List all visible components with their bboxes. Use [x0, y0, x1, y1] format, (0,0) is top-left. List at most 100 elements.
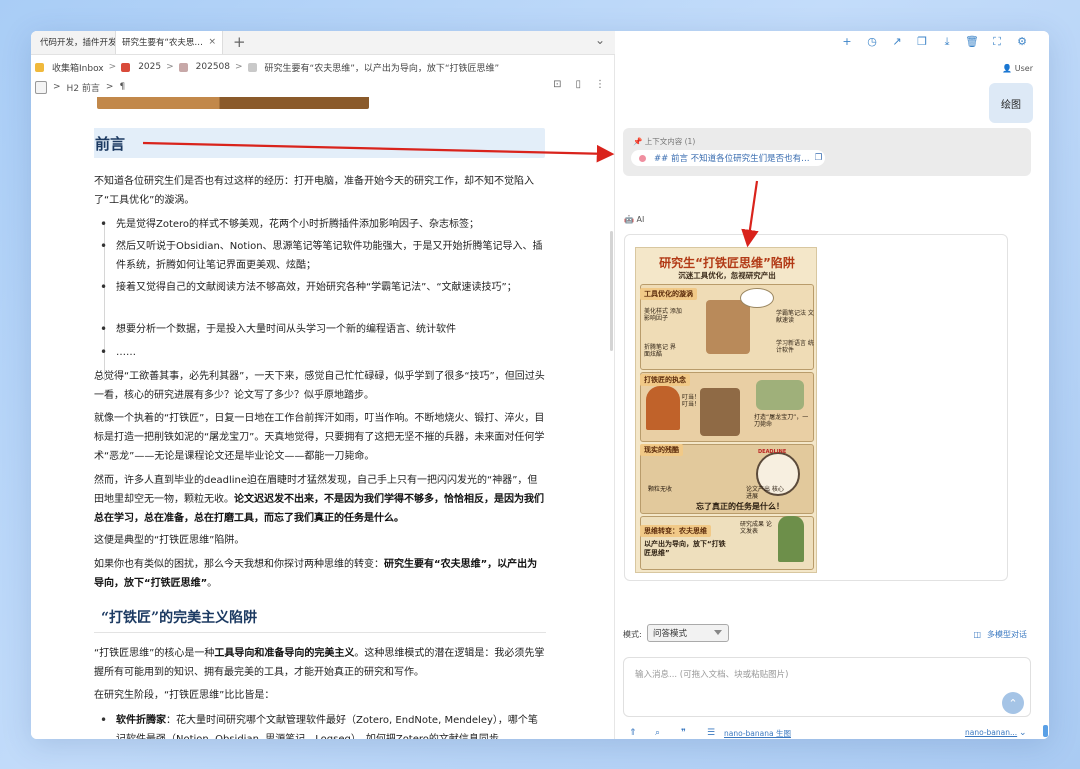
doc-icon: [639, 154, 646, 162]
chat-input[interactable]: 输入消息... (可拖入文档、块或粘贴图片) ⌃: [623, 657, 1031, 717]
context-chip[interactable]: ## 前言 不知道各位研究生们是否也有… ❐: [631, 150, 825, 166]
breadcrumb-item[interactable]: 2025: [138, 62, 161, 72]
list-item: 接着又觉得自己的文献阅读方法不够高效，开始研究各种“学霸笔记法”、“文献速读技巧…: [100, 278, 517, 297]
breadcrumb-sep: >: [166, 62, 174, 72]
editor-pane: 代码开发，插件开发 研究生要有“农夫思… × + ⌄ 收集箱Inbox > 20…: [31, 31, 615, 739]
comic-title: 研究生“打铁匠思维”陷阱: [659, 256, 795, 270]
chat-input-placeholder: 输入消息... (可拖入文档、块或粘贴图片): [635, 670, 789, 680]
comic-section: 思维转变：农夫思维: [640, 525, 711, 537]
doc-icon: [247, 62, 257, 72]
paragraph: 总觉得“工欲善其事，必先利其器”，一天下来，感觉自己忙忙碌碌，似乎学到了很多“技…: [94, 371, 545, 401]
scrollbar[interactable]: [610, 231, 613, 351]
paragraph: 在研究生阶段，“打铁匠思维”比比皆是：: [94, 690, 275, 701]
breadcrumb-item[interactable]: 收集箱Inbox: [52, 61, 104, 74]
quote-icon[interactable]: ❞: [681, 728, 686, 738]
list-item: 然后又听说于Obsidian、Notion、思源笔记等笔记软件功能强大，于是又开…: [100, 237, 546, 275]
ai-response-card: 研究生“打铁匠思维”陷阱 沉迷工具优化，忽视研究产出 工具优化的漩涡 美化样式 …: [624, 234, 1008, 581]
lock-icon[interactable]: ⊡: [553, 79, 561, 90]
chevron-down-icon[interactable]: ⌄: [1019, 728, 1027, 738]
trash-icon[interactable]: 🗑: [965, 35, 979, 49]
comic-note: 学霸笔记法 文献速读: [776, 310, 814, 324]
mode-select[interactable]: 问答模式: [647, 624, 729, 642]
list-icon[interactable]: ☰: [707, 728, 715, 738]
divider: [94, 632, 546, 633]
paragraph: “打铁匠思维”的核心是一种工具导向和准备导向的完美主义。这种思维模式的潜在逻辑是…: [94, 648, 545, 678]
send-button[interactable]: ⌃: [1002, 692, 1024, 714]
tab-label: 研究生要有“农夫思…: [122, 38, 203, 48]
download-icon[interactable]: ⤓: [940, 35, 954, 49]
paragraph-icon[interactable]: ¶: [119, 82, 125, 92]
tab-bar: 代码开发，插件开发 研究生要有“农夫思… × + ⌄: [31, 31, 615, 55]
pin-icon: 📌: [633, 137, 643, 146]
fullscreen-icon[interactable]: ⛶: [990, 35, 1004, 49]
arrow-up-icon: ⌃: [1008, 696, 1018, 710]
heading-preface: 前言: [95, 135, 126, 153]
document-content[interactable]: 前言 不知道各位研究生们是否也有过这样的经历：打开电脑，准备开始今天的研究工作，…: [94, 97, 546, 739]
comic-figure: [700, 388, 740, 436]
chat-bottom-bar: ⇑ ⌕ ❞ ☰ nano-banana 生图 nano-banan... ⌄: [629, 728, 1029, 739]
chat-model-select[interactable]: nano-banan...: [965, 728, 1017, 737]
calendar-icon: [178, 62, 188, 72]
columns-icon: ◫: [973, 630, 981, 639]
comic-note: 美化样式 添加影响因子: [644, 308, 682, 322]
list-item: 先是觉得Zotero的样式不够美观，花两个小时折腾插件添加影响因子、杂志标签；: [100, 215, 479, 234]
chevron-right-icon: >: [105, 82, 114, 92]
user-name: User: [1014, 64, 1033, 73]
breadcrumb-item[interactable]: 研究生要有“农夫思维”，以产出为导向，放下“打铁匠思维”: [265, 61, 500, 74]
copy-icon[interactable]: ❐: [915, 35, 929, 49]
comic-note: 研究成果 论文发表: [740, 521, 772, 535]
dragon: [756, 380, 804, 410]
more-icon[interactable]: ⋮: [595, 79, 605, 90]
chevron-right-icon: >: [53, 82, 61, 92]
comic-subtitle: 沉迷工具优化，忽视研究产出: [678, 271, 776, 280]
list-item: 想要分析一个数据，于是投入大量时间从头学习一个新的编程语言、统计软件: [100, 320, 456, 339]
tab-active-doc[interactable]: 研究生要有“农夫思… ×: [115, 31, 223, 54]
inbox-icon: [35, 62, 44, 72]
plus-icon[interactable]: +: [840, 35, 854, 49]
list-item: 软件折腾家：花大量时间研究哪个文献管理软件最好（Zotero, EndNote,…: [100, 711, 546, 739]
context-chip-text: ## 前言 不知道各位研究生们是否也有…: [654, 154, 810, 164]
ai-label: 🤖 AI: [624, 215, 645, 224]
list-item: ……: [100, 343, 136, 362]
doc-icon[interactable]: [35, 80, 47, 94]
cover-image: [97, 97, 369, 109]
comic-section: 现实的残酷: [640, 444, 683, 456]
chevron-down-icon[interactable]: ⌄: [595, 33, 605, 47]
resize-handle[interactable]: [1043, 725, 1048, 737]
calendar-icon: [121, 62, 131, 72]
user-message: 绘图: [989, 83, 1033, 123]
search-icon[interactable]: ⌕: [655, 728, 660, 738]
new-tab-button[interactable]: +: [233, 31, 246, 54]
file-icon[interactable]: ▯: [575, 79, 581, 90]
history-icon[interactable]: ◷: [865, 35, 879, 49]
paragraph: 如果你也有类似的困扰，那么今天我想和你探讨两种思维的转变：研究生要有“农夫思维”…: [94, 559, 538, 589]
user-icon: 👤: [1002, 64, 1013, 73]
chevron-down-icon: [714, 630, 722, 635]
generated-image[interactable]: 研究生“打铁匠思维”陷阱 沉迷工具优化，忽视研究产出 工具优化的漩涡 美化样式 …: [635, 247, 817, 573]
external-link-icon[interactable]: ↗: [890, 35, 904, 49]
thought-bubble: [740, 288, 774, 308]
comic-note: DEADLINE: [758, 449, 787, 455]
mode-value: 问答模式: [653, 629, 688, 639]
upload-icon[interactable]: ⇑: [629, 728, 637, 738]
image-model-select[interactable]: nano-banana 生图: [724, 728, 791, 739]
breadcrumb-sep: >: [108, 62, 117, 72]
doc-subbar: > H2 前言 > ¶ ⊡ ▯ ⋮: [31, 78, 615, 96]
chat-toolbar: + ◷ ↗ ❐ ⤓ 🗑 ⛶ ⚙: [840, 35, 1029, 49]
mode-label: 模式:: [623, 630, 642, 639]
close-icon[interactable]: ×: [208, 37, 216, 47]
paragraph: 这便是典型的“打铁匠思维”陷阱。: [94, 535, 245, 546]
copy-icon[interactable]: ❐: [815, 153, 823, 163]
multi-model-button[interactable]: ◫ 多模型对话: [973, 629, 1027, 640]
paragraph: 然而，许多人直到毕业的deadline迫在眉睫时才猛然发现，自己手上只有一把闪闪…: [94, 475, 544, 524]
comic-figure: [706, 300, 750, 354]
comic-note: 学习新语言 统计软件: [776, 340, 814, 354]
context-block: 📌 上下文内容 (1) ## 前言 不知道各位研究生们是否也有… ❐: [623, 128, 1031, 176]
gear-icon[interactable]: ⚙: [1015, 35, 1029, 49]
tab-code-dev[interactable]: 代码开发，插件开发: [31, 31, 115, 54]
breadcrumb-item[interactable]: 202508: [196, 62, 230, 72]
comic-section: 工具优化的漩涡: [640, 288, 697, 300]
user-label: 👤 User: [1002, 64, 1033, 73]
heading-path[interactable]: H2 前言: [67, 81, 100, 94]
comic-note: 叮当！叮当！: [682, 394, 701, 408]
